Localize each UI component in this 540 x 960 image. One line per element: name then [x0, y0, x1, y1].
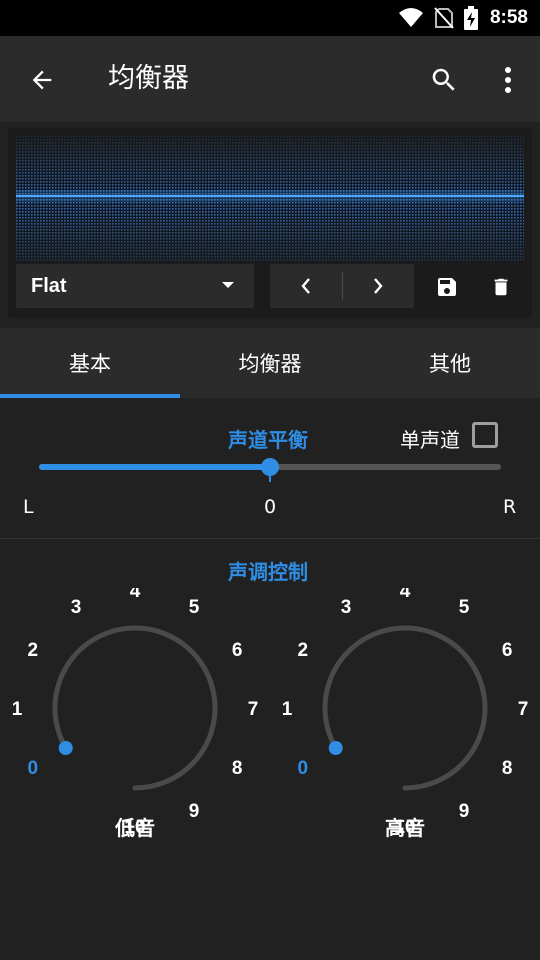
balance-right-label: R — [503, 496, 517, 518]
balance-center-label: 0 — [264, 496, 277, 518]
knob-scale-label: 4 — [400, 588, 411, 602]
knob-scale-label: 2 — [298, 640, 309, 661]
tab-equalizer[interactable]: 均衡器 — [180, 328, 360, 398]
knob-arc — [52, 625, 218, 791]
chevron-left-icon — [301, 278, 310, 294]
preset-navigation — [270, 264, 414, 308]
mono-label: 单声道 — [400, 428, 460, 452]
knob-scale-label: 3 — [71, 597, 82, 618]
knob-scale-label: 7 — [518, 699, 529, 720]
basic-panel: 声道平衡 单声道 L 0 R 声调控制 0 1 2 3 4 5 6 7 8 9 10 0123456… — [0, 398, 540, 960]
chevron-right-icon — [374, 278, 383, 294]
search-button[interactable] — [424, 60, 464, 100]
status-icons: 8:58 — [398, 5, 528, 31]
no-sim-icon — [434, 7, 454, 29]
more-vert-icon — [505, 67, 511, 93]
more-options-button[interactable] — [488, 60, 528, 100]
knob-scale-label: 0 — [28, 758, 39, 779]
knob-scale-label: 8 — [232, 758, 243, 779]
knob-scale-label: 8 — [502, 758, 513, 779]
bass-knob[interactable]: 012345678910 — [5, 588, 265, 848]
spectrum-display — [16, 136, 524, 262]
knob-scale-label: 9 — [459, 801, 470, 822]
save-icon — [438, 278, 456, 296]
tab-other[interactable]: 其他 — [360, 328, 540, 398]
equalizer-card: Flat — [8, 128, 532, 318]
mono-checkbox[interactable] — [472, 422, 498, 448]
knob-scale-label: 0 — [298, 758, 309, 779]
knob-value-indicator[interactable] — [58, 741, 73, 755]
tab-bar: 基本 均衡器 其他 — [0, 328, 540, 398]
balance-title: 声道平衡 — [228, 428, 308, 452]
trash-icon — [494, 278, 508, 296]
knob-scale-label: 4 — [130, 588, 141, 602]
knob-scale-label: 5 — [459, 597, 470, 618]
tone-title: 声调控制 — [228, 560, 308, 584]
knob-scale-label: 6 — [502, 640, 513, 661]
status-time: 8:58 — [489, 7, 528, 28]
balance-left-label: L — [23, 496, 34, 518]
arrow-back-icon — [32, 70, 52, 90]
previous-preset-button[interactable] — [270, 264, 342, 308]
delete-preset-button[interactable] — [484, 272, 518, 302]
knob-scale-label: 2 — [28, 640, 39, 661]
knob-scale-label: 5 — [189, 597, 200, 618]
treble-label: 高音 — [385, 816, 425, 840]
balance-slider-thumb[interactable] — [261, 458, 279, 476]
wifi-icon — [398, 8, 423, 27]
knob-scale-label: 1 — [282, 699, 293, 720]
back-button[interactable] — [22, 60, 62, 100]
save-preset-button[interactable] — [430, 272, 464, 302]
treble-knob[interactable]: 012345678910 — [275, 588, 535, 848]
app-bar: 均衡器 — [0, 36, 540, 122]
preset-dropdown[interactable]: Flat — [16, 264, 254, 308]
knob-scale-label: 9 — [189, 801, 200, 822]
battery-charging-icon — [463, 6, 478, 30]
page-title: 均衡器 — [108, 63, 189, 94]
dropdown-arrow-icon — [222, 282, 234, 288]
balance-slider-fill — [39, 464, 270, 470]
section-divider — [0, 538, 540, 539]
bass-label: 低音 — [115, 816, 155, 840]
knob-scale-label: 1 — [12, 699, 23, 720]
knob-scale-label: 7 — [248, 699, 259, 720]
status-bar: 8:58 — [0, 0, 540, 36]
knob-scale-label: 3 — [341, 597, 352, 618]
preset-value: Flat — [31, 275, 67, 297]
knob-value-indicator[interactable] — [328, 741, 343, 755]
knob-arc — [322, 625, 488, 791]
knob-scale-label: 6 — [232, 640, 243, 661]
tab-basic[interactable]: 基本 — [0, 328, 180, 398]
next-preset-button[interactable] — [342, 264, 414, 308]
search-icon — [432, 68, 455, 91]
